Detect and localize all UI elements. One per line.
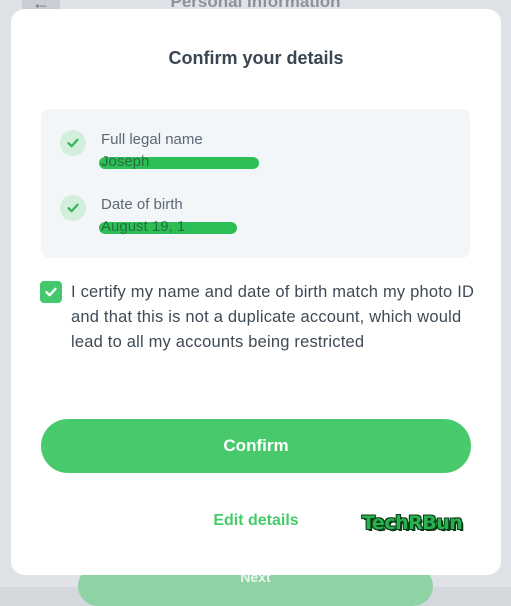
details-card: Full legal name Joseph Date of birth Aug… bbox=[41, 109, 470, 258]
redacted-date-of-birth-value: August 19, 1 bbox=[99, 218, 237, 235]
detail-label: Date of birth bbox=[101, 196, 183, 213]
checkmark-icon bbox=[45, 287, 57, 297]
detail-label: Full legal name bbox=[101, 131, 203, 148]
modal-title: Confirm your details bbox=[168, 48, 344, 68]
detail-row-date-of-birth: Date of birth August 19, 1 bbox=[41, 192, 470, 242]
watermark-logo: TechRBun bbox=[362, 512, 463, 534]
certify-checkbox[interactable] bbox=[40, 281, 62, 303]
redacted-full-name-value: Joseph bbox=[99, 153, 259, 170]
certify-text: I certify my name and date of birth matc… bbox=[71, 283, 475, 351]
confirm-button[interactable]: Confirm bbox=[41, 419, 471, 473]
check-icon bbox=[60, 195, 86, 221]
detail-row-full-name: Full legal name Joseph bbox=[41, 127, 470, 177]
confirm-details-modal: Confirm your details Full legal name Jos… bbox=[11, 9, 501, 575]
check-icon bbox=[60, 130, 86, 156]
edit-details-label[interactable]: Edit details bbox=[213, 512, 298, 529]
